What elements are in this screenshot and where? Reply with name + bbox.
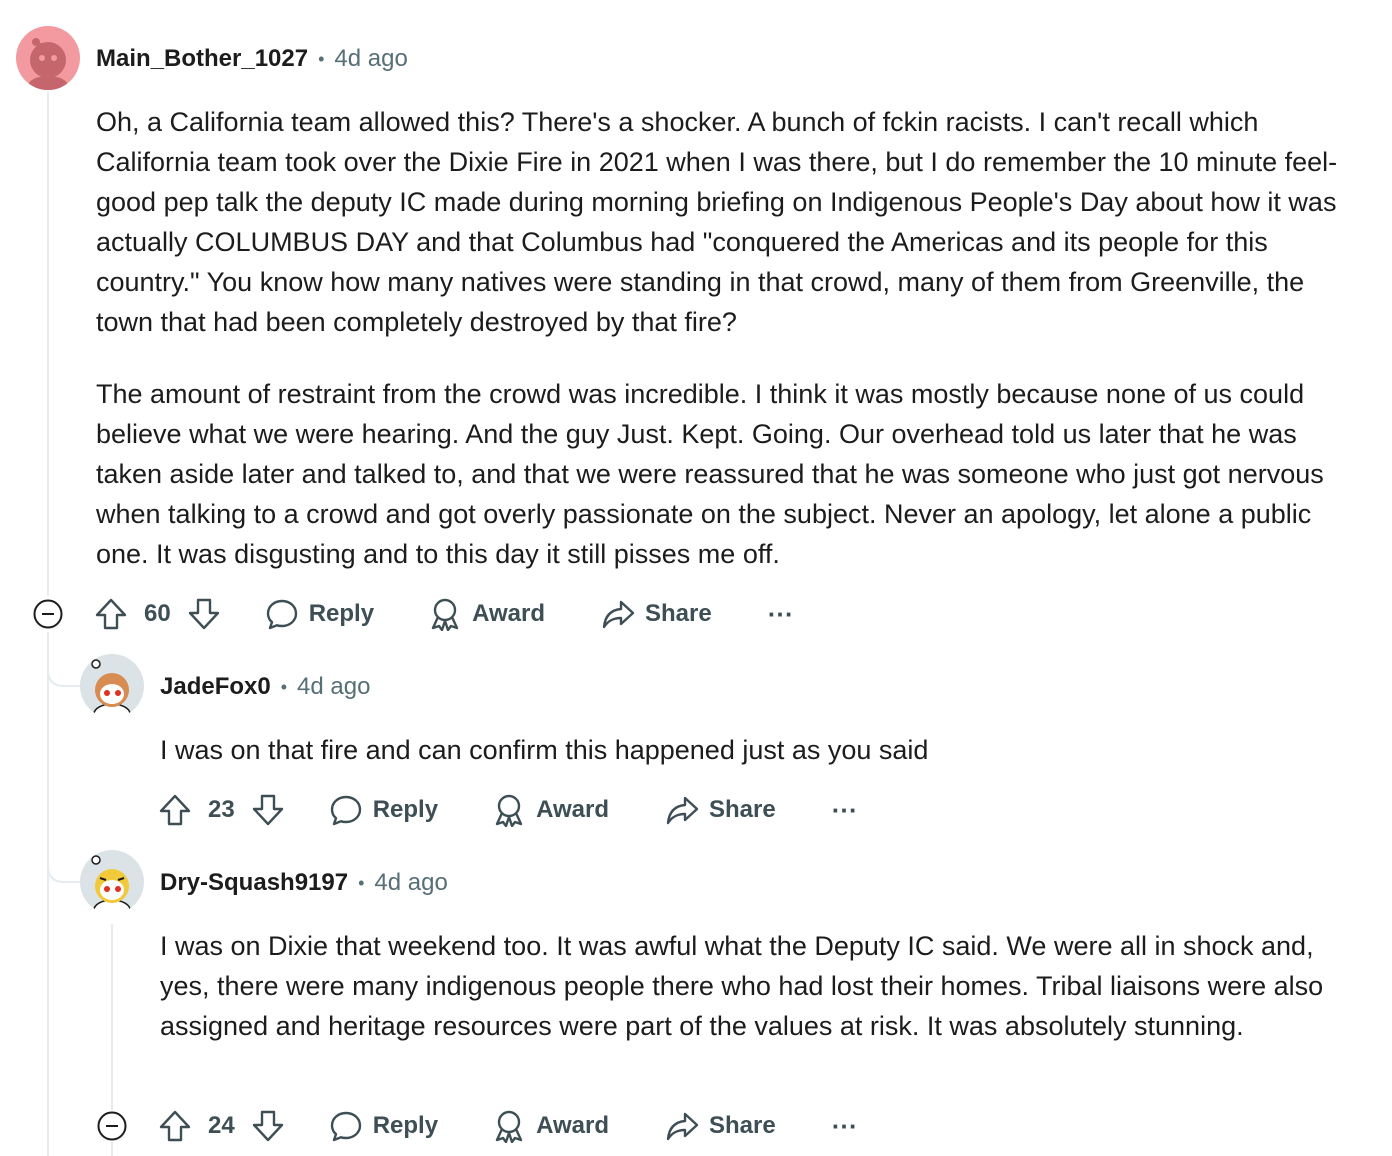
- avatar[interactable]: [80, 850, 144, 914]
- comment-paragraph: I was on Dixie that weekend too. It was …: [160, 931, 1324, 1041]
- username[interactable]: JadeFox0: [160, 673, 271, 701]
- reply-button[interactable]: Reply: [329, 793, 438, 827]
- reply-label: Reply: [372, 1112, 439, 1139]
- separator-dot: •: [318, 48, 325, 69]
- vote-score: 60: [144, 600, 171, 627]
- share-icon: [666, 1112, 699, 1141]
- reply-button[interactable]: Reply: [329, 1109, 438, 1143]
- more-options-icon[interactable]: ···: [768, 599, 794, 630]
- award-icon: [495, 794, 523, 827]
- collapse-thread-icon[interactable]: [97, 1111, 127, 1141]
- more-options-icon[interactable]: ···: [832, 795, 858, 826]
- comment-body: Oh, a California team allowed this? Ther…: [96, 102, 1362, 574]
- avatar[interactable]: [80, 654, 144, 718]
- comment-body: I was on Dixie that weekend too. It was …: [160, 926, 1360, 1046]
- reply-icon: [330, 1111, 361, 1142]
- share-icon: [666, 796, 699, 825]
- comment-meta: Main_Bother_1027 • 4d ago: [96, 44, 408, 74]
- thread-line-root-lower[interactable]: [47, 632, 49, 1156]
- share-label: Share: [708, 1112, 776, 1139]
- vote-score: 24: [208, 1112, 235, 1139]
- comment-paragraph: The amount of restraint from the crowd w…: [96, 379, 1324, 569]
- reply-icon: [266, 599, 297, 630]
- share-icon: [602, 600, 635, 629]
- award-icon: [495, 1110, 523, 1143]
- collapse-thread-icon[interactable]: [33, 599, 63, 629]
- reply-icon: [330, 795, 361, 826]
- comment-meta: Dry-Squash9197 • 4d ago: [160, 868, 448, 898]
- username[interactable]: Dry-Squash9197: [160, 869, 348, 897]
- award-icon: [431, 598, 459, 631]
- avatar[interactable]: [16, 26, 80, 90]
- thread-line-reply-3-lower[interactable]: [111, 1142, 113, 1156]
- share-label: Share: [708, 796, 776, 823]
- award-label: Award: [536, 1112, 609, 1139]
- comment-actions: 24 Reply Award Share ···: [158, 1106, 858, 1146]
- award-button[interactable]: Award: [492, 793, 609, 827]
- thread-line-root[interactable]: [47, 92, 49, 596]
- snoo-avatar-icon: [91, 659, 131, 718]
- downvote-icon[interactable]: [251, 793, 285, 827]
- comment-paragraph: Oh, a California team allowed this? Ther…: [96, 107, 1338, 337]
- upvote-icon[interactable]: [94, 597, 128, 631]
- snoo-avatar-icon: [28, 38, 68, 90]
- thread-line-reply-3[interactable]: [111, 924, 113, 1110]
- snoo-avatar-icon: [91, 855, 131, 914]
- comment-meta: JadeFox0 • 4d ago: [160, 672, 370, 702]
- timestamp[interactable]: 4d ago: [334, 45, 407, 73]
- upvote-icon[interactable]: [158, 793, 192, 827]
- award-label: Award: [536, 796, 609, 823]
- comment-body: I was on that fire and can confirm this …: [160, 730, 1360, 770]
- username[interactable]: Main_Bother_1027: [96, 45, 308, 73]
- more-options-icon[interactable]: ···: [832, 1111, 858, 1142]
- comment-actions: 23 Reply Award Share ···: [158, 790, 858, 830]
- upvote-icon[interactable]: [158, 1109, 192, 1143]
- award-label: Award: [472, 600, 545, 627]
- timestamp[interactable]: 4d ago: [297, 673, 370, 701]
- reply-button[interactable]: Reply: [265, 597, 374, 631]
- timestamp[interactable]: 4d ago: [374, 869, 447, 897]
- downvote-icon[interactable]: [187, 597, 221, 631]
- reply-label: Reply: [372, 796, 439, 823]
- reply-label: Reply: [308, 600, 375, 627]
- share-label: Share: [644, 600, 712, 627]
- share-button[interactable]: Share: [665, 793, 776, 827]
- share-button[interactable]: Share: [601, 597, 712, 631]
- comment-actions: 60 Reply Award Share ···: [94, 594, 794, 634]
- separator-dot: •: [358, 872, 365, 893]
- vote-score: 23: [208, 796, 235, 823]
- comment-paragraph: I was on that fire and can confirm this …: [160, 735, 929, 765]
- award-button[interactable]: Award: [428, 597, 545, 631]
- award-button[interactable]: Award: [492, 1109, 609, 1143]
- downvote-icon[interactable]: [251, 1109, 285, 1143]
- share-button[interactable]: Share: [665, 1109, 776, 1143]
- separator-dot: •: [280, 676, 288, 697]
